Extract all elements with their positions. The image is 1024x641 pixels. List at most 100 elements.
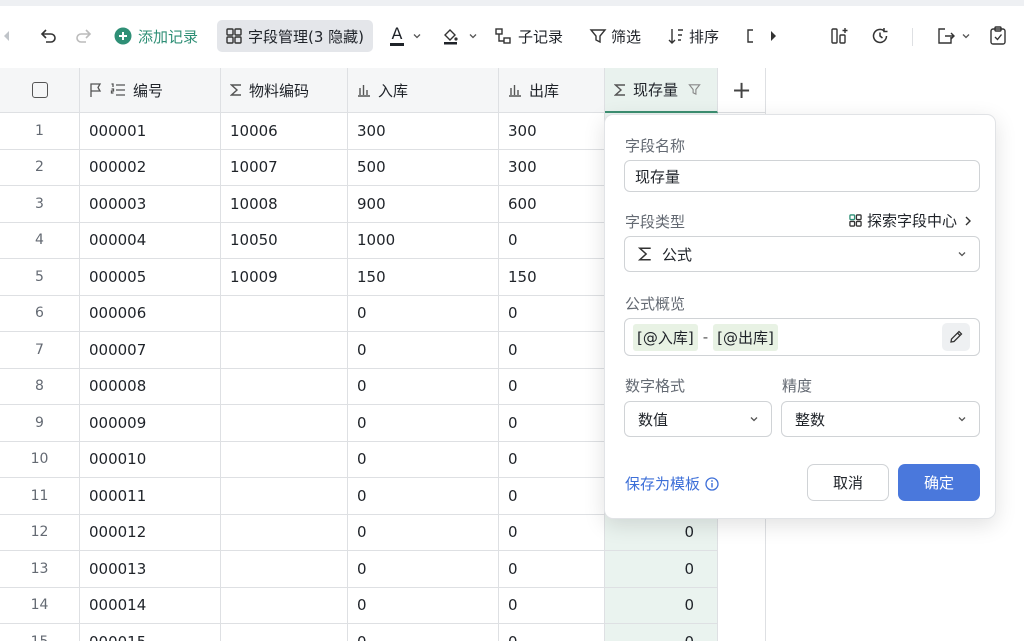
cell-no[interactable]: 000001 xyxy=(80,113,221,150)
cell-no[interactable]: 000010 xyxy=(80,441,221,478)
scroll-left-icon[interactable] xyxy=(2,20,12,52)
cell-code[interactable] xyxy=(221,587,348,624)
cell-no[interactable]: 000007 xyxy=(80,332,221,369)
cell-in[interactable]: 0 xyxy=(348,514,499,551)
cell-code[interactable]: 10006 xyxy=(221,113,348,150)
undo-icon[interactable] xyxy=(38,20,58,52)
cell-in[interactable]: 0 xyxy=(348,478,499,515)
edit-formula-button[interactable] xyxy=(942,323,970,351)
header-stock[interactable]: 现存量 xyxy=(605,68,718,113)
cell-out[interactable]: 300 xyxy=(499,113,605,150)
sort-button[interactable]: 排序 xyxy=(667,20,719,52)
cell-no[interactable]: 000013 xyxy=(80,551,221,588)
cell-stock[interactable]: 0 xyxy=(605,624,718,641)
cell-in[interactable]: 0 xyxy=(348,587,499,624)
cell-in[interactable]: 500 xyxy=(348,149,499,186)
cell-code[interactable] xyxy=(221,514,348,551)
select-all-checkbox[interactable] xyxy=(31,82,48,98)
number-format-select[interactable]: 数值 xyxy=(624,401,772,437)
field-name-input[interactable]: 现存量 xyxy=(624,160,980,192)
cell-out[interactable]: 0 xyxy=(499,441,605,478)
redo-icon[interactable] xyxy=(74,20,94,52)
cell-out[interactable]: 0 xyxy=(499,624,605,641)
header-out[interactable]: 出库 xyxy=(499,68,605,113)
header-code[interactable]: 物料编码 xyxy=(221,68,348,113)
sub-record-button[interactable]: 子记录 xyxy=(494,20,563,52)
cell-out[interactable]: 0 xyxy=(499,514,605,551)
cell-in[interactable]: 0 xyxy=(348,624,499,641)
cell-out[interactable]: 300 xyxy=(499,149,605,186)
fill-color-button[interactable] xyxy=(442,20,478,52)
header-in[interactable]: 入库 xyxy=(348,68,499,113)
cell-no[interactable]: 000004 xyxy=(80,222,221,259)
filter-button[interactable]: 筛选 xyxy=(589,20,641,52)
cell-stock[interactable]: 0 xyxy=(605,514,718,551)
cell-code[interactable] xyxy=(221,295,348,332)
confirm-button[interactable]: 确定 xyxy=(898,464,980,501)
table-row[interactable]: 12 000012 0 0 0 xyxy=(0,514,718,551)
cell-code[interactable] xyxy=(221,624,348,641)
cell-out[interactable]: 0 xyxy=(499,587,605,624)
view-icon[interactable] xyxy=(830,20,850,52)
cell-out[interactable]: 600 xyxy=(499,186,605,223)
cell-no[interactable]: 000015 xyxy=(80,624,221,641)
cell-out[interactable]: 0 xyxy=(499,368,605,405)
text-color-button[interactable]: A xyxy=(390,20,422,52)
cell-in[interactable]: 1000 xyxy=(348,222,499,259)
cell-code[interactable] xyxy=(221,368,348,405)
more-arrow-icon[interactable] xyxy=(768,20,778,52)
formula-box[interactable]: [@入库] - [@出库] xyxy=(624,318,980,356)
header-select-all[interactable] xyxy=(0,68,80,113)
cell-no[interactable]: 000006 xyxy=(80,295,221,332)
history-icon[interactable] xyxy=(870,20,890,52)
cancel-button[interactable]: 取消 xyxy=(807,464,889,501)
filter-icon[interactable] xyxy=(688,83,701,96)
cell-stock[interactable]: 0 xyxy=(605,551,718,588)
cell-code[interactable]: 10050 xyxy=(221,222,348,259)
cell-code[interactable] xyxy=(221,405,348,442)
add-record-button[interactable]: 添加记录 xyxy=(114,20,198,52)
cell-in[interactable]: 0 xyxy=(348,295,499,332)
table-row[interactable]: 15000015000 xyxy=(0,624,718,641)
cell-no[interactable]: 000009 xyxy=(80,405,221,442)
cell-no[interactable]: 000002 xyxy=(80,149,221,186)
cell-in[interactable]: 0 xyxy=(348,441,499,478)
cell-code[interactable] xyxy=(221,441,348,478)
field-type-select[interactable]: 公式 xyxy=(624,236,980,272)
cell-out[interactable]: 0 xyxy=(499,478,605,515)
cell-code[interactable] xyxy=(221,332,348,369)
cell-code[interactable] xyxy=(221,478,348,515)
table-row[interactable]: 14 000014 0 0 0 xyxy=(0,587,718,624)
save-as-template-link[interactable]: 保存为模板 xyxy=(625,473,719,494)
cell-no[interactable]: 000012 xyxy=(80,514,221,551)
cell-in[interactable]: 0 xyxy=(348,551,499,588)
cell-in[interactable]: 0 xyxy=(348,332,499,369)
cell-in[interactable]: 0 xyxy=(348,405,499,442)
cell-no[interactable]: 000003 xyxy=(80,186,221,223)
clipboard-icon[interactable] xyxy=(989,20,1007,52)
cell-code[interactable]: 10007 xyxy=(221,149,348,186)
table-row[interactable]: 13 000013 0 0 0 xyxy=(0,551,718,588)
field-manager-button[interactable]: 字段管理(3 隐藏) xyxy=(217,20,374,52)
cell-stock[interactable]: 0 xyxy=(605,587,718,624)
header-no[interactable]: 编号 xyxy=(80,68,221,113)
cell-in[interactable]: 300 xyxy=(348,113,499,150)
cell-in[interactable]: 150 xyxy=(348,259,499,296)
cell-no[interactable]: 000005 xyxy=(80,259,221,296)
cell-out[interactable]: 0 xyxy=(499,551,605,588)
cell-in[interactable]: 0 xyxy=(348,368,499,405)
explore-field-center-link[interactable]: 探索字段中心 xyxy=(849,210,973,231)
cell-no[interactable]: 000008 xyxy=(80,368,221,405)
cell-out[interactable]: 150 xyxy=(499,259,605,296)
add-column-button[interactable]: + xyxy=(718,68,765,113)
cell-in[interactable]: 900 xyxy=(348,186,499,223)
cell-code[interactable]: 10008 xyxy=(221,186,348,223)
cell-out[interactable]: 0 xyxy=(499,295,605,332)
cell-no[interactable]: 000014 xyxy=(80,587,221,624)
precision-select[interactable]: 整数 xyxy=(781,401,980,437)
cell-no[interactable]: 000011 xyxy=(80,478,221,515)
cell-out[interactable]: 0 xyxy=(499,222,605,259)
export-button[interactable] xyxy=(936,20,971,52)
cell-out[interactable]: 0 xyxy=(499,405,605,442)
more-tools-icon[interactable] xyxy=(746,20,754,52)
